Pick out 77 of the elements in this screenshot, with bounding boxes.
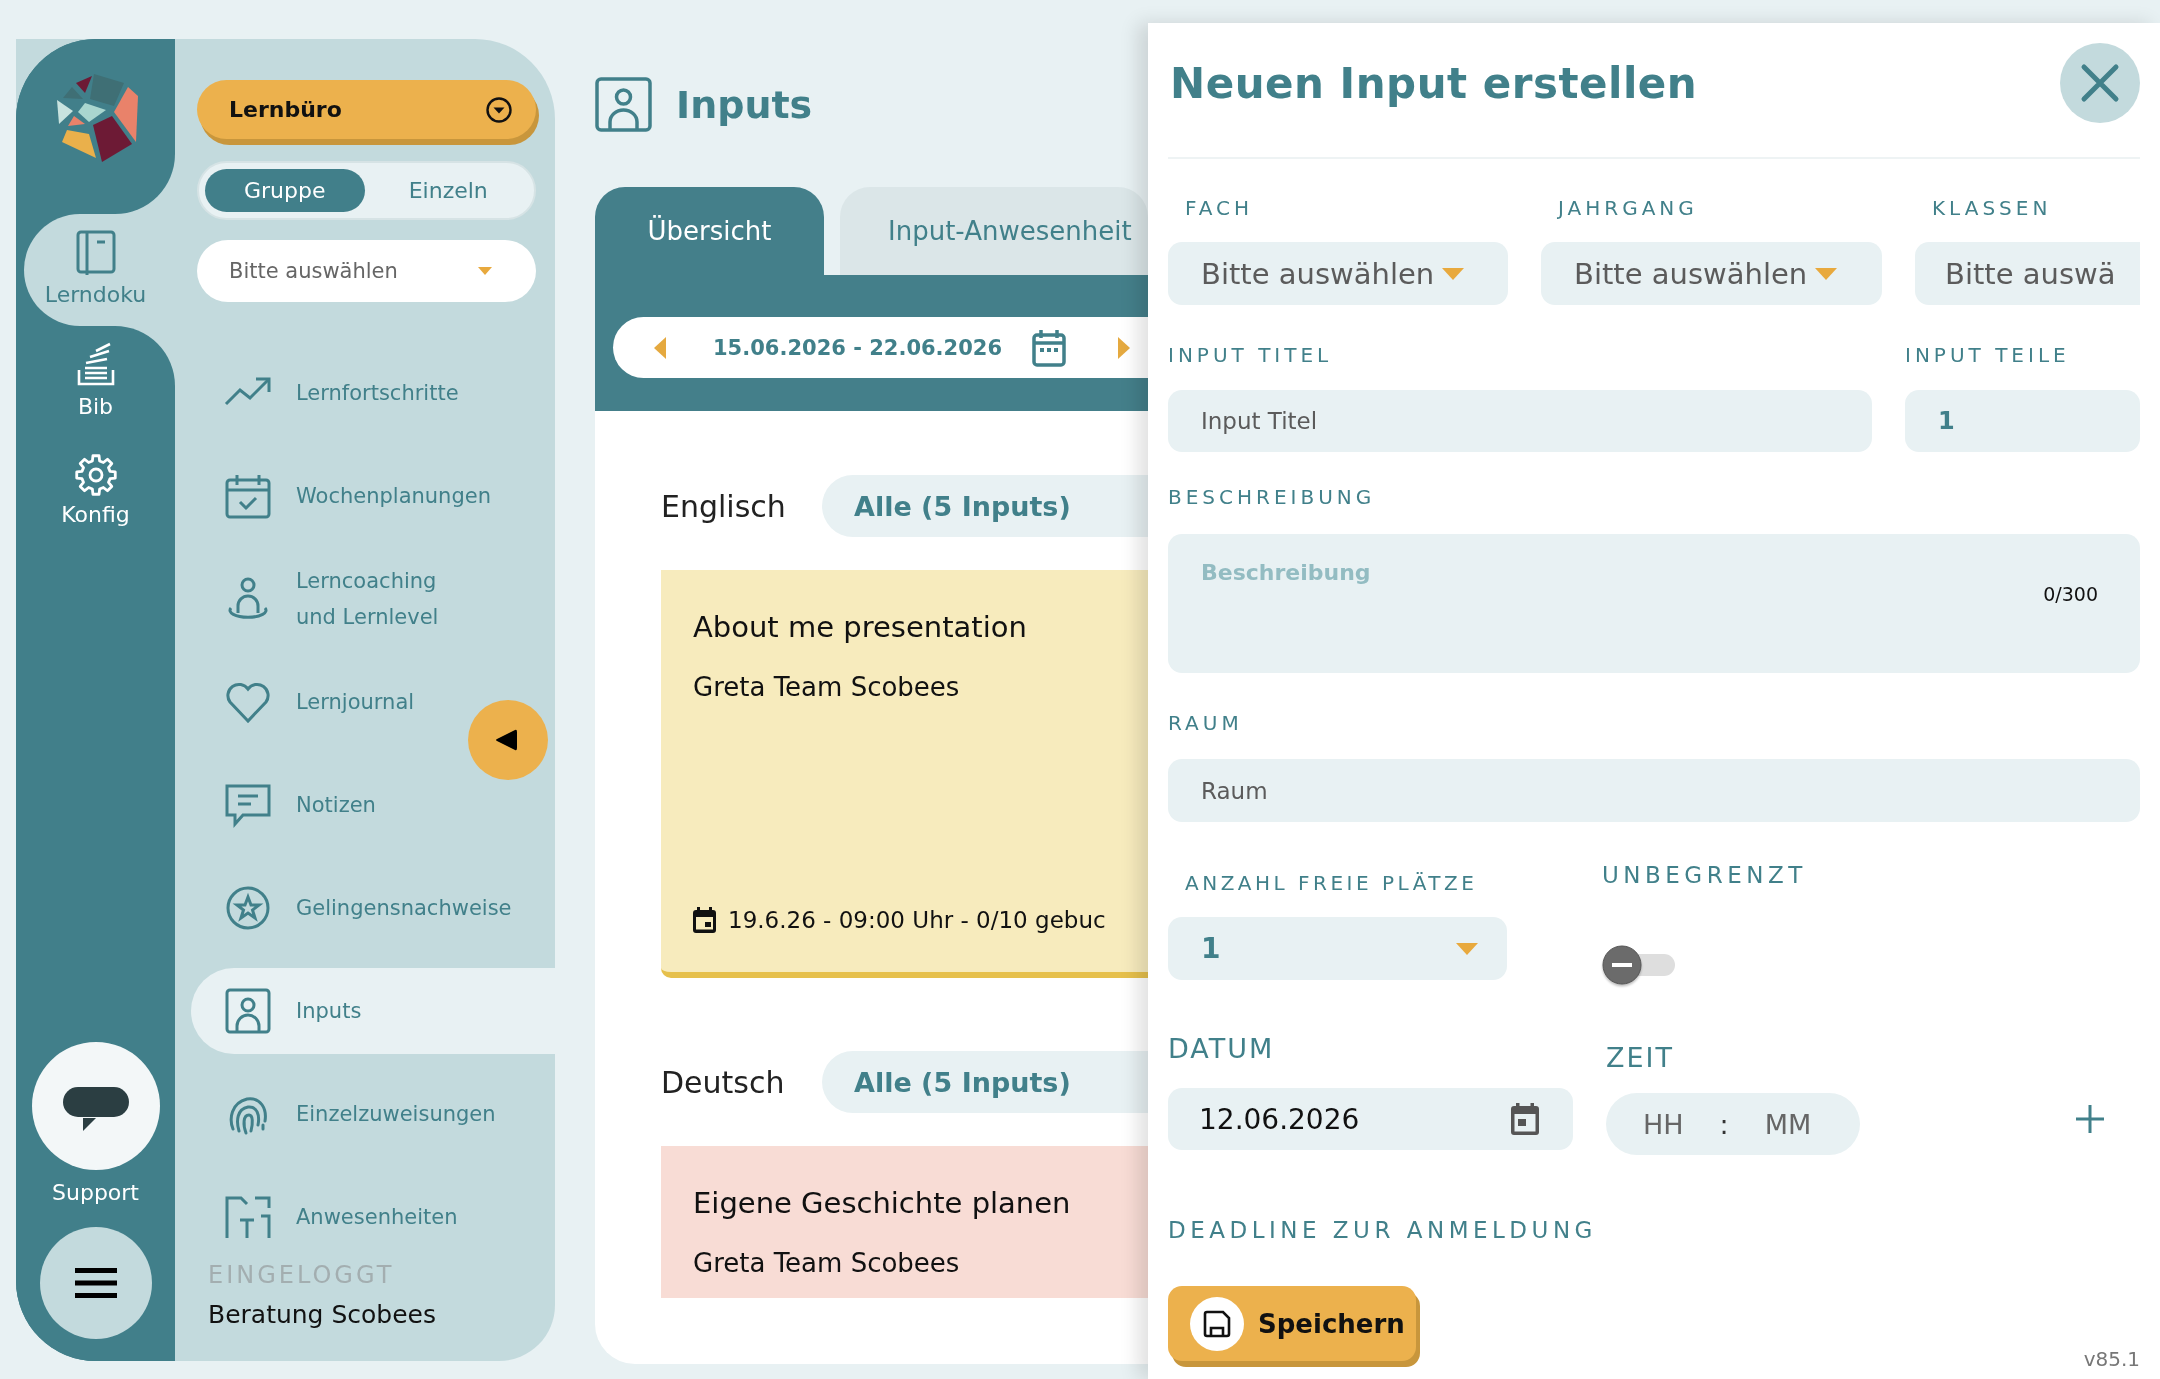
caret-circle-icon — [486, 96, 512, 123]
panel-title: Neuen Input erstellen — [1170, 58, 1698, 108]
subject-label: Englisch — [661, 488, 787, 524]
mode-tab[interactable]: Gruppe — [205, 169, 365, 212]
field-label: JAHRGANG — [1556, 196, 1698, 220]
field-label: DEADLINE ZUR ANMELDUNG — [1168, 1216, 1597, 1244]
field-label: UNBEGRENZT — [1602, 861, 1807, 889]
input-field[interactable]: Input Titel — [1168, 390, 1872, 452]
version-label: v85.1 — [2083, 1347, 2140, 1371]
minus-icon — [1602, 945, 1642, 985]
nav-item[interactable]: Lerncoaching und Lernlevel — [191, 556, 555, 642]
time-field[interactable]: HH : MM — [1606, 1093, 1860, 1155]
field-label: KLASSEN — [1931, 196, 2052, 220]
menu-icon — [74, 1268, 117, 1298]
tab[interactable]: Input-Anwesenheit — [840, 187, 1148, 275]
input-card[interactable]: About me presentation Greta Team Scobees 19.6.26 - 09:00 Uhr - 0/10 gebuc — [661, 570, 1148, 978]
subject-label: Deutsch — [661, 1064, 786, 1100]
select-field[interactable]: Bitte auswä — [1915, 242, 2140, 305]
select-field[interactable]: Bitte auswählen — [1541, 242, 1882, 305]
card-teacher: Greta Team Scobees — [693, 1247, 960, 1280]
input-card[interactable]: Eigene Geschichte planen Greta Team Scobees — [661, 1146, 1148, 1298]
person-portrait-icon — [595, 77, 652, 132]
caret-down-icon — [1815, 267, 1838, 280]
field-label: INPUT TEILE — [1905, 343, 2070, 367]
character-counter: 0/300 — [2043, 582, 2098, 606]
nav-item[interactable]: Notizen — [191, 762, 555, 848]
date-range: 15.06.2026 - 22.06.2026 — [713, 335, 1003, 360]
chat-note-icon — [223, 782, 273, 828]
filter-button[interactable]: Alle (5 Inputs) — [822, 475, 1148, 537]
nav-item[interactable]: Lernfortschritte — [191, 350, 555, 436]
nav-item[interactable]: Lernjournal — [191, 659, 555, 745]
notebook-icon — [75, 230, 116, 276]
caret-down-icon — [478, 267, 492, 275]
event-calendar-icon — [693, 907, 716, 933]
field-label: DATUM — [1168, 1033, 1275, 1065]
mode-tab[interactable]: Einzeln — [368, 169, 528, 212]
select-field[interactable]: Bitte auswählen — [1168, 242, 1508, 305]
field-label: RAUM — [1168, 711, 1243, 735]
nav-item[interactable]: Inputs — [191, 968, 555, 1054]
close-icon — [2080, 63, 2120, 103]
card-schedule: 19.6.26 - 09:00 Uhr - 0/10 gebuc — [728, 906, 1106, 935]
chat-bubble-icon — [62, 1087, 129, 1131]
filter-button[interactable]: Alle (5 Inputs) — [822, 1051, 1148, 1113]
calendar-icon[interactable] — [1032, 328, 1067, 367]
door-bracket-icon — [223, 1194, 273, 1240]
caret-down-icon — [1456, 942, 1478, 955]
gear-icon — [74, 454, 117, 496]
user-name: Beratung Scobees — [208, 1300, 436, 1330]
card-title: About me presentation — [693, 609, 1027, 645]
card-title: Eigene Geschichte planen — [693, 1185, 1071, 1221]
books-icon — [75, 342, 116, 388]
input-field[interactable]: 1 — [1905, 390, 2140, 452]
field-label: INPUT TITEL — [1168, 343, 1333, 367]
triangle-left-icon — [495, 728, 517, 752]
field-label: ZEIT — [1606, 1042, 1674, 1074]
field-label: ANZAHL FREIE PLÄTZE — [1184, 871, 1478, 895]
date-field[interactable]: 12.06.2026 — [1168, 1088, 1573, 1150]
field-label: FACH — [1184, 196, 1253, 220]
nav-item[interactable]: Wochenplanungen — [191, 453, 555, 539]
page-title: Inputs — [676, 82, 813, 127]
plus-icon[interactable] — [2076, 1105, 2104, 1133]
nav-item[interactable]: Gelingensnachweise — [191, 865, 555, 951]
support-label: Support — [52, 1180, 139, 1206]
calendar-check-icon — [223, 473, 273, 519]
select-field[interactable]: 1 — [1168, 917, 1507, 980]
floppy-disk-icon — [1190, 1296, 1244, 1351]
caret-down-icon — [1442, 267, 1465, 280]
person-portrait-icon — [223, 988, 273, 1034]
input-field[interactable]: Raum — [1168, 759, 2140, 822]
tab[interactable]: Übersicht — [595, 187, 824, 275]
nav-item[interactable]: Einzelzuweisungen — [191, 1071, 555, 1157]
calendar-icon — [1511, 1103, 1539, 1135]
nav-item[interactable]: Anwesenheiten — [191, 1174, 555, 1260]
card-teacher: Greta Team Scobees — [693, 671, 960, 704]
group-select[interactable]: Bitte auswählen — [197, 240, 536, 302]
field-label: BESCHREIBUNG — [1168, 485, 1376, 509]
toggle-switch[interactable] — [1602, 945, 1675, 985]
